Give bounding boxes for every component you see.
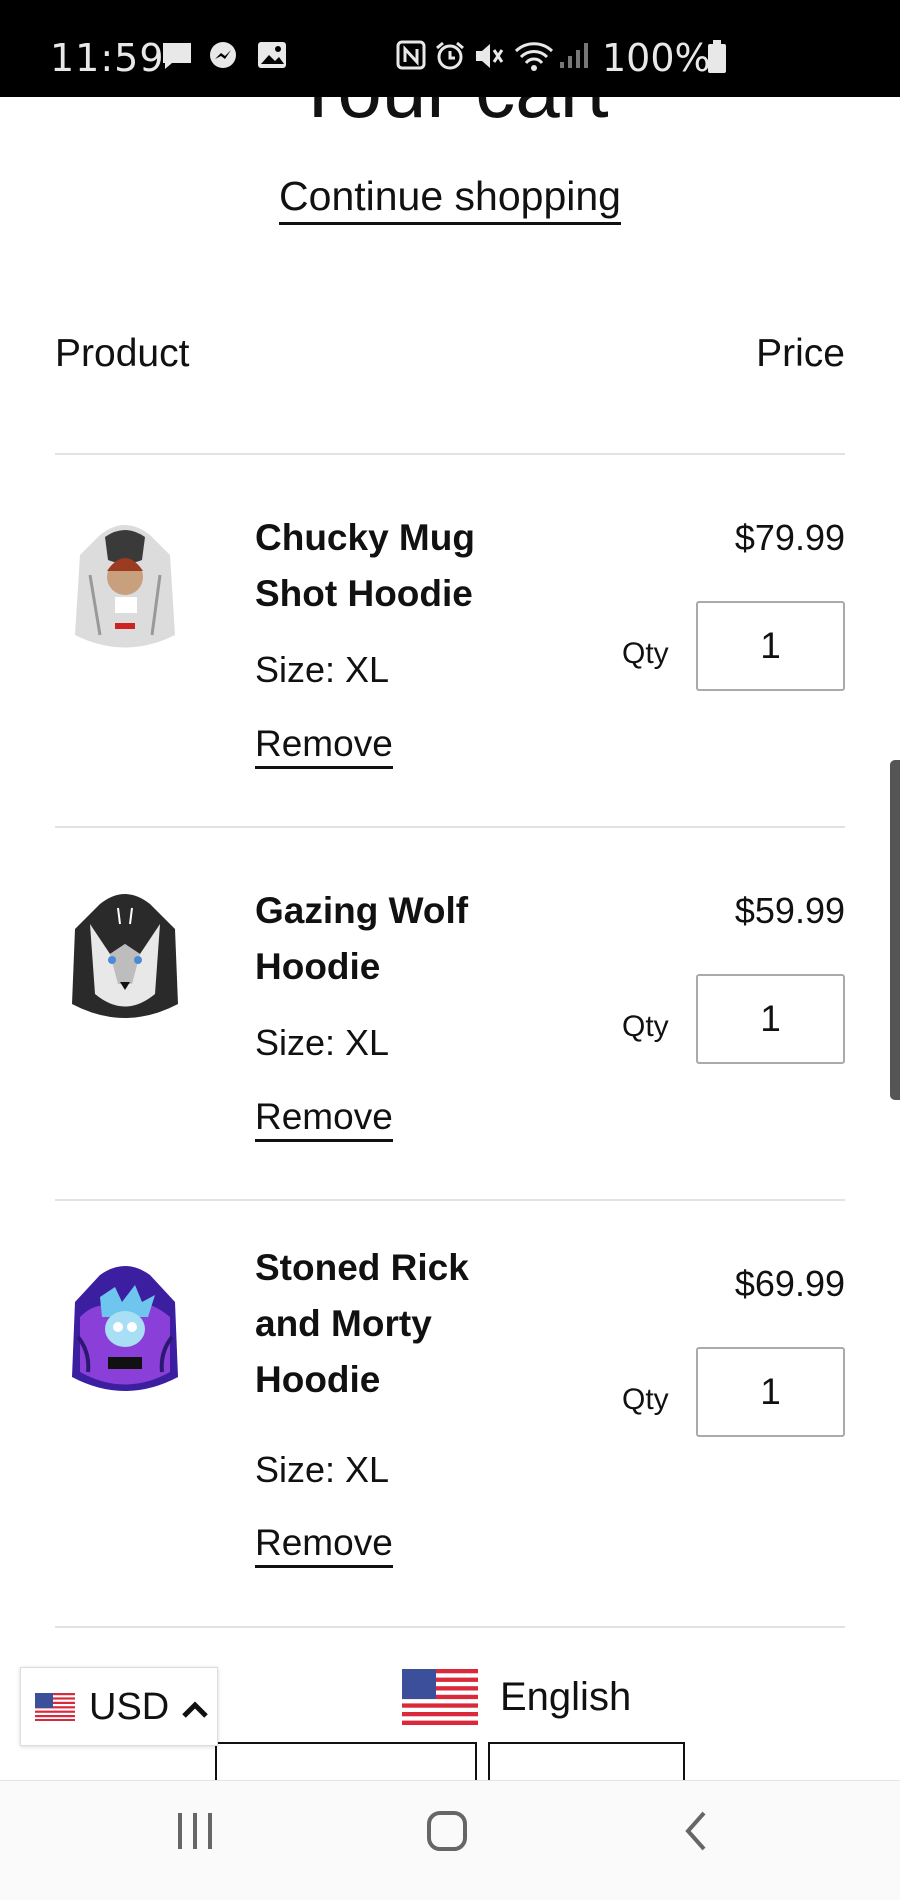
item-price: $69.99 [734,1263,845,1304]
hoodie-wolf-image[interactable] [60,884,190,1034]
alarm-icon [436,41,464,70]
qty-label: Qty [622,1010,669,1043]
us-flag-icon [35,1693,75,1721]
back-icon[interactable] [680,1809,712,1853]
language-selector[interactable]: English [500,1675,631,1720]
status-bar: 11:59 100% [0,0,900,97]
signal-icon [560,43,588,68]
recent-apps-icon[interactable] [175,1809,215,1853]
remove-link[interactable]: Remove [255,1096,393,1142]
scrollbar[interactable] [890,760,900,1100]
currency-selector[interactable]: USD [20,1667,218,1746]
item-size: Size: XL [255,649,390,690]
continue-shopping-link[interactable]: Continue shopping [0,173,900,225]
hoodie-chucky-image[interactable] [60,515,190,665]
column-header-product: Product [55,332,190,375]
remove-link[interactable]: Remove [255,1522,393,1568]
column-header-price: Price [756,332,845,375]
battery-percent: 100% [602,36,711,80]
currency-code[interactable]: USD [89,1686,169,1729]
hoodie-rick-image[interactable] [60,1257,190,1407]
item-size: Size: XL [255,1022,390,1063]
item-name[interactable]: Gazing Wolf Hoodie [255,883,515,995]
divider [55,1199,845,1201]
remove-label[interactable]: Remove [255,723,393,769]
item-name-line[interactable]: Hoodie [255,1352,515,1408]
item-price: $59.99 [734,890,845,931]
quantity-input[interactable]: 1 [696,601,845,691]
remove-link[interactable]: Remove [255,723,393,769]
item-size: Size: XL [255,1449,390,1490]
item-name-line[interactable]: Shot Hoodie [255,566,515,622]
item-name-line[interactable]: Hoodie [255,939,515,995]
item-name[interactable]: Stoned Rick and Morty Hoodie [255,1240,515,1408]
divider [55,1626,845,1628]
us-flag-icon[interactable] [402,1669,478,1725]
item-name-line[interactable]: Stoned Rick [255,1240,515,1296]
qty-label: Qty [622,637,669,670]
nfc-icon [396,40,426,70]
quantity-input[interactable]: 1 [696,974,845,1064]
quantity-input[interactable]: 1 [696,1347,845,1437]
item-name-line[interactable]: Gazing Wolf [255,883,515,939]
item-name-line[interactable]: Chucky Mug [255,510,515,566]
item-name-line[interactable]: and Morty [255,1296,515,1352]
divider [55,453,845,455]
home-icon[interactable] [425,1809,469,1853]
qty-label: Qty [622,1383,669,1416]
continue-shopping-label[interactable]: Continue shopping [279,173,621,225]
item-price: $79.99 [734,517,845,558]
remove-label[interactable]: Remove [255,1096,393,1142]
chevron-up-icon[interactable] [181,1700,209,1720]
battery-icon [708,40,726,73]
mute-icon [476,44,504,68]
divider [55,826,845,828]
remove-label[interactable]: Remove [255,1522,393,1568]
messenger-icon [210,42,236,68]
status-time: 11:59 [50,36,165,80]
wifi-icon [514,42,554,71]
gallery-icon [258,42,286,68]
navigation-bar [0,1780,900,1900]
item-name[interactable]: Chucky Mug Shot Hoodie [255,510,515,622]
message-icon [163,43,191,69]
